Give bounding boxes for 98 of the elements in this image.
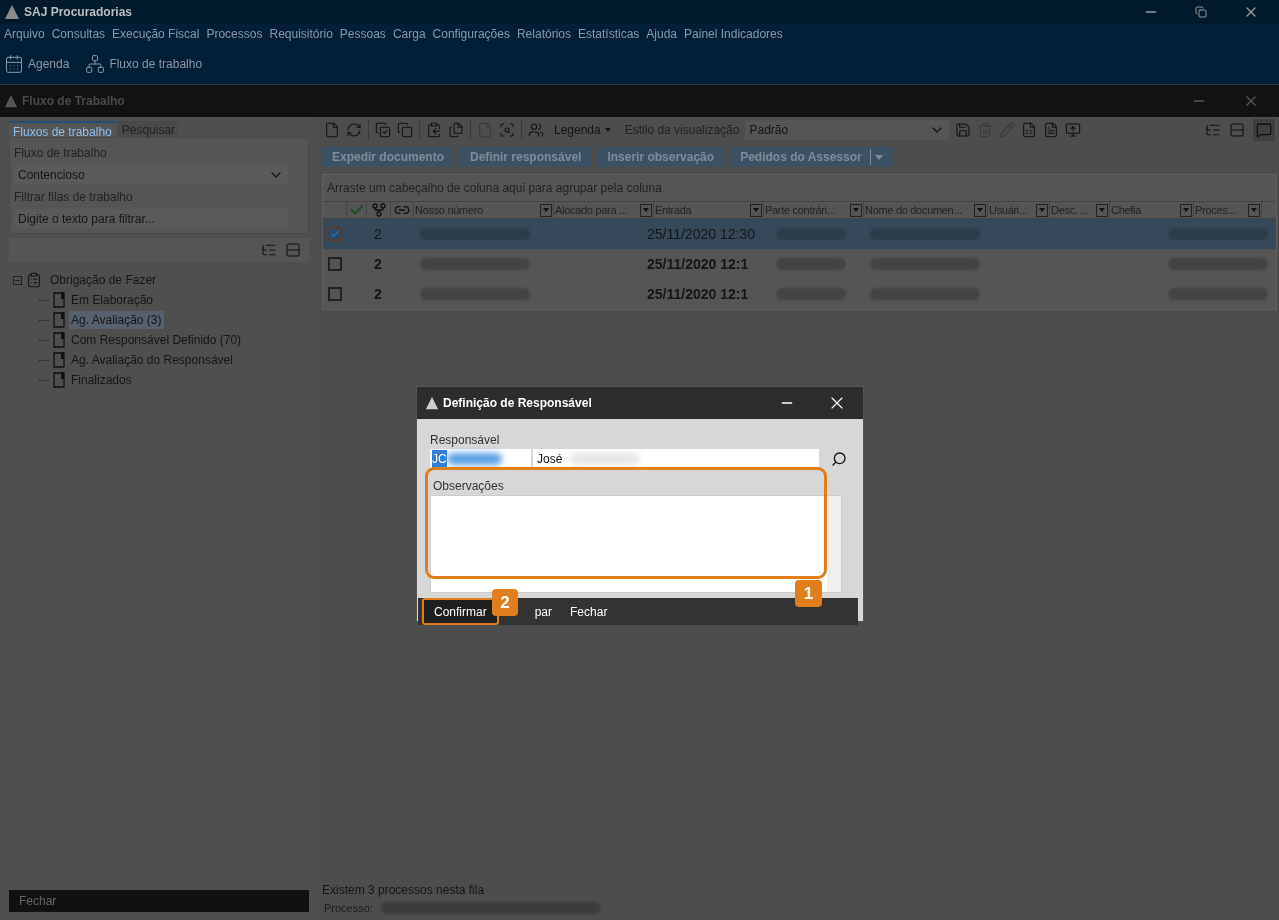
document-icon (53, 372, 65, 388)
app-title: SAJ Procuradorias (24, 4, 133, 21)
export-icon[interactable] (1065, 122, 1082, 138)
tree-item[interactable]: Em Elaboração (69, 291, 156, 309)
row-checkbox[interactable] (327, 257, 342, 271)
table-cell-text: 25/11/2020 12:30 (646, 225, 756, 243)
field-label: Observações (433, 478, 505, 495)
menu-item[interactable]: Configurações (432, 25, 510, 43)
dialog-button[interactable]: Fechar (566, 602, 612, 621)
filter-dropdown[interactable] (974, 203, 986, 217)
filter-field[interactable]: Digite o texto para filtrar... (14, 209, 288, 229)
scrollbar[interactable] (827, 496, 841, 592)
filter-dropdown[interactable] (640, 203, 652, 217)
menu-item[interactable]: Arquivo (4, 25, 45, 43)
field-value: JC (432, 450, 447, 468)
grid-row[interactable]: 2 25/11/2020 12:30 (323, 219, 1276, 249)
action-button[interactable]: Definir responsável (460, 147, 592, 167)
files-icon[interactable] (448, 122, 464, 138)
calendar-icon (4, 54, 24, 74)
collapse-toggle[interactable] (13, 275, 22, 285)
comment-icon (1256, 122, 1272, 138)
check-copy-icon[interactable] (375, 122, 391, 138)
name-field[interactable]: José (533, 449, 819, 469)
tree-item[interactable]: Ag. Avaliação do Responsável (69, 351, 235, 369)
logo-icon (425, 396, 439, 410)
check-icon (329, 228, 340, 240)
filter-dropdown[interactable] (540, 203, 552, 217)
field-value: José (537, 451, 563, 468)
tree-icon[interactable] (1205, 122, 1221, 138)
panel-tab[interactable]: Fluxos de trabalho (9, 121, 116, 137)
status-text: Existem 3 processos nesta fila (321, 882, 486, 899)
toolbar-button[interactable]: Agenda (4, 54, 70, 74)
tree-item[interactable]: Finalizados (69, 371, 134, 389)
tree-item[interactable]: Com Responsável Definido (70) (69, 331, 244, 349)
row-checkbox[interactable] (327, 287, 342, 301)
filter-dropdown[interactable] (1180, 203, 1192, 217)
table-cell-text: 25/11/2020 12:1 (646, 255, 750, 273)
menu-item[interactable]: Execução Fiscal (112, 25, 200, 43)
logo-icon (4, 94, 18, 108)
dialog-button[interactable]: Confirmar (422, 598, 499, 625)
dialog-title: Definição de Responsável (443, 395, 592, 412)
branch-icon (370, 202, 387, 218)
action-button[interactable]: Pedidos do Assessor (730, 147, 893, 167)
rows-icon[interactable] (1229, 122, 1245, 138)
dialog-button[interactable]: par (530, 602, 557, 621)
code-field[interactable]: JC (430, 449, 531, 469)
table-cell-text: 2 (373, 255, 383, 273)
table-cell-text: 25/11/2020 12:1 (646, 285, 750, 303)
spreadsheet-icon[interactable] (1021, 122, 1038, 138)
menu-item[interactable]: Processos (206, 25, 263, 43)
menu-item[interactable]: Carga (392, 25, 426, 43)
save-icon[interactable] (955, 122, 972, 138)
flow-dropdown[interactable]: Contencioso (14, 165, 288, 185)
menu-item[interactable]: Requisitório (269, 25, 333, 43)
action-button[interactable]: Expedir documento (322, 147, 454, 167)
action-button[interactable]: Inserir observação (597, 147, 725, 167)
tree-icon[interactable] (261, 242, 277, 258)
menu-item[interactable]: Ajuda (646, 25, 678, 43)
window-title: Fluxo de Trabalho (22, 93, 125, 110)
comment-toggle[interactable] (1253, 119, 1275, 141)
users-icon[interactable] (528, 122, 544, 138)
step-badge: 2 (492, 589, 518, 616)
document-icon (53, 352, 65, 368)
field-label: Responsável (430, 432, 501, 449)
legend-dropdown[interactable]: Legenda (554, 121, 611, 139)
menu-item[interactable]: Estatísticas (578, 25, 640, 43)
tree-item[interactable]: Obrigação de Fazer (50, 271, 157, 289)
table-cell-text: 2 (373, 225, 383, 243)
restore-icon[interactable] (1195, 6, 1207, 18)
filter-dropdown[interactable] (1096, 203, 1108, 217)
menu-item[interactable]: Consultas (51, 25, 106, 43)
filter-dropdown[interactable] (1036, 203, 1048, 217)
menu-item[interactable]: Pessoas (339, 25, 386, 43)
toolbar-button[interactable]: Fluxo de trabalho (85, 54, 203, 74)
document-icon (53, 312, 65, 328)
menu-item[interactable]: Painel Indicadores (684, 25, 783, 43)
document-icon (53, 292, 65, 308)
table-cell-text: 2 (373, 285, 383, 303)
logo-icon (4, 4, 20, 20)
filter-dropdown[interactable] (750, 203, 762, 217)
search-icon[interactable] (831, 451, 847, 467)
clipboard-icon[interactable] (426, 122, 442, 138)
document-icon (53, 332, 65, 348)
document-icon[interactable] (1043, 122, 1060, 138)
tree-item[interactable]: Ag. Avaliação (3) (69, 311, 164, 329)
row-checkbox[interactable] (327, 227, 342, 241)
refresh-icon[interactable] (346, 122, 362, 138)
view-style-dropdown[interactable]: Padrão (745, 120, 950, 140)
hierarchy-icon (85, 54, 106, 74)
step-badge: 1 (795, 580, 822, 607)
menu-item[interactable]: Relatórios (516, 25, 571, 43)
clipboard-icon (26, 272, 42, 288)
filter-dropdown[interactable] (1248, 203, 1260, 217)
copy-icon[interactable] (397, 122, 413, 138)
new-document-icon[interactable] (324, 122, 340, 138)
close-button[interactable]: Fechar (9, 890, 309, 912)
rows-icon[interactable] (285, 242, 301, 258)
filter-dropdown[interactable] (850, 203, 862, 217)
